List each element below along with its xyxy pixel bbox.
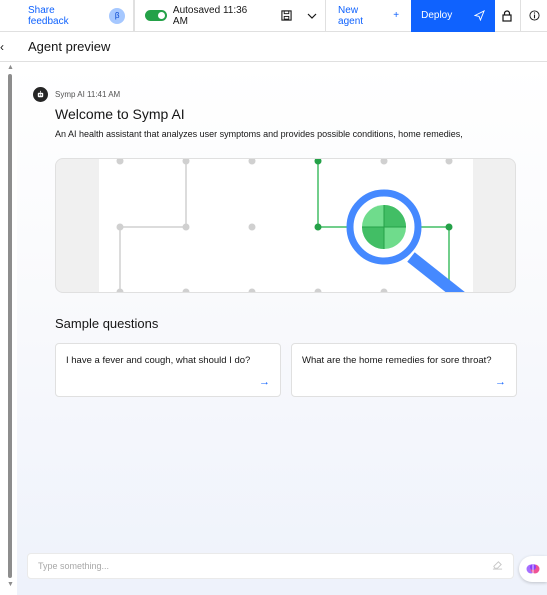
sample-question-text: I have a fever and cough, what should I … bbox=[66, 355, 251, 366]
welcome-description: An AI health assistant that analyzes use… bbox=[55, 129, 463, 139]
chevron-down-icon[interactable] bbox=[299, 0, 325, 32]
deploy-button[interactable]: Deploy bbox=[411, 0, 495, 32]
chat-area: Symp AI 11:41 AM Welcome to Symp AI An A… bbox=[17, 63, 547, 595]
back-icon[interactable]: ‹ bbox=[0, 40, 18, 54]
bot-icon bbox=[37, 90, 44, 98]
scroll-thumb[interactable] bbox=[8, 74, 12, 578]
lock-icon[interactable] bbox=[495, 0, 521, 32]
save-icon[interactable] bbox=[274, 0, 300, 32]
autosave-label: Autosaved 11:36 AM bbox=[172, 4, 248, 27]
autosave-status: Autosaved 11:36 AM bbox=[135, 0, 273, 32]
deploy-label: Deploy bbox=[421, 10, 453, 21]
arrow-right-icon: → bbox=[259, 376, 270, 388]
message-meta: Symp AI 11:41 AM bbox=[33, 87, 120, 102]
new-agent-label: New agent bbox=[338, 4, 364, 27]
vertical-scrollbar[interactable]: ▲ ▼ bbox=[6, 64, 14, 588]
new-agent-button[interactable]: New agent + bbox=[326, 0, 411, 32]
sample-questions-title: Sample questions bbox=[55, 316, 159, 331]
bot-avatar bbox=[33, 87, 48, 102]
autosave-toggle[interactable] bbox=[145, 10, 167, 21]
welcome-title: Welcome to Symp AI bbox=[55, 106, 185, 122]
magnifier-network-illustration bbox=[116, 159, 465, 292]
message-input-bar bbox=[27, 553, 514, 579]
sender-timestamp: Symp AI 11:41 AM bbox=[55, 90, 121, 99]
scroll-down-icon[interactable]: ▼ bbox=[7, 581, 14, 588]
plus-icon: + bbox=[393, 10, 400, 21]
agent-preview-header: ‹ Agent preview bbox=[0, 32, 547, 62]
scroll-up-icon[interactable]: ▲ bbox=[7, 64, 14, 71]
share-feedback-link[interactable]: Share feedback bbox=[28, 5, 97, 27]
sample-question-text: What are the home remedies for sore thro… bbox=[302, 355, 492, 366]
message-input[interactable] bbox=[38, 561, 492, 571]
assistant-brain-button[interactable] bbox=[519, 556, 547, 582]
brain-icon bbox=[526, 564, 540, 574]
feedback-area: Share feedback β bbox=[0, 0, 135, 32]
page-title: Agent preview bbox=[28, 39, 111, 54]
arrow-right-icon: → bbox=[495, 376, 506, 388]
sample-question-card[interactable]: I have a fever and cough, what should I … bbox=[55, 343, 281, 397]
sample-question-card[interactable]: What are the home remedies for sore thro… bbox=[291, 343, 517, 397]
top-toolbar: Share feedback β Autosaved 11:36 AM New … bbox=[0, 0, 547, 32]
eraser-icon[interactable] bbox=[492, 559, 503, 573]
hero-illustration bbox=[55, 158, 516, 293]
send-icon bbox=[473, 10, 485, 21]
beta-badge: β bbox=[109, 7, 126, 24]
info-icon[interactable] bbox=[521, 0, 547, 32]
